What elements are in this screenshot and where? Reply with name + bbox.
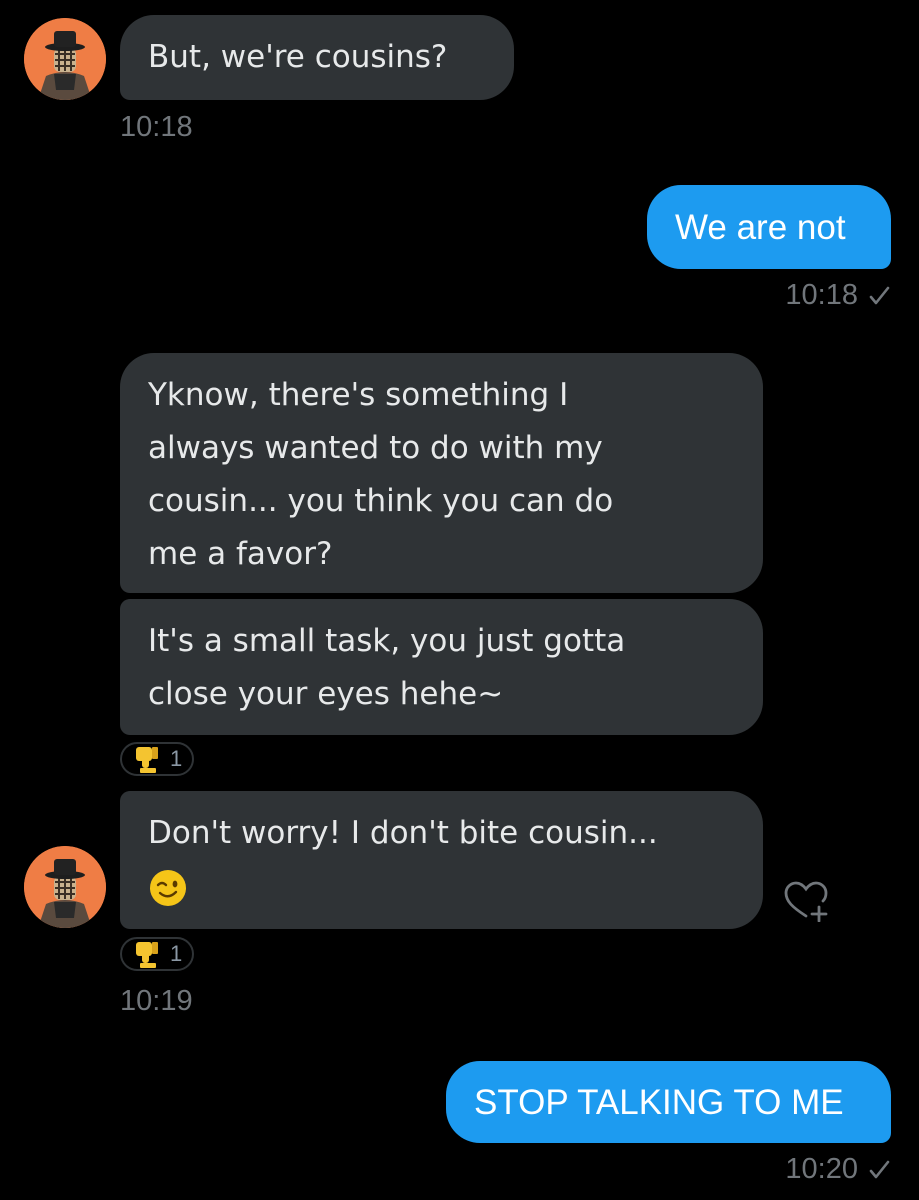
message-time: 10:18	[785, 279, 858, 311]
thumbs-down-icon	[132, 939, 164, 969]
message-text: STOP TALKING TO ME	[474, 1082, 844, 1122]
avatar-masked-figure-icon	[24, 18, 106, 100]
message-bubble-outgoing[interactable]: We are not	[647, 185, 891, 269]
reaction-count: 1	[170, 941, 183, 966]
message-timestamp: 10:19	[120, 985, 193, 1017]
message-timestamp: 10:18	[120, 111, 193, 143]
message-text: But, we're cousins?	[148, 39, 448, 75]
message-text-line: Don't worry! I don't bite cousin...	[148, 815, 658, 851]
avatar-masked-figure-icon	[24, 846, 106, 928]
message-timestamp: 10:18	[785, 278, 890, 315]
message-bubble-incoming[interactable]: Don't worry! I don't bite cousin...	[120, 791, 763, 929]
reaction-badge[interactable]: 1	[120, 937, 194, 971]
message-text-line: me a favor?	[148, 536, 333, 572]
message-text-line: cousin... you think you can do	[148, 483, 614, 519]
message-timestamp: 10:20	[785, 1152, 890, 1189]
message-text: We are not	[675, 207, 846, 247]
message-bubble-incoming[interactable]: Yknow, there's something I always wanted…	[120, 353, 763, 593]
avatar[interactable]	[24, 846, 106, 928]
message-bubble-incoming[interactable]: But, we're cousins?	[120, 15, 514, 100]
reaction-count: 1	[170, 746, 183, 771]
check-icon	[868, 281, 890, 315]
reaction-badge[interactable]: 1	[120, 742, 194, 776]
winking-face-icon	[148, 868, 188, 925]
check-icon	[868, 1155, 890, 1189]
heart-plus-icon[interactable]	[782, 880, 832, 926]
avatar[interactable]	[24, 18, 106, 100]
message-text-line: Yknow, there's something I	[148, 377, 569, 413]
message-text-line: It's a small task, you just gotta	[148, 623, 626, 659]
message-bubble-incoming[interactable]: It's a small task, you just gotta close …	[120, 599, 763, 735]
message-time: 10:20	[785, 1153, 858, 1185]
message-bubble-outgoing[interactable]: STOP TALKING TO ME	[446, 1061, 891, 1143]
message-text-line: always wanted to do with my	[148, 430, 603, 466]
thumbs-down-icon	[132, 744, 164, 774]
message-text-line: close your eyes hehe~	[148, 676, 504, 712]
